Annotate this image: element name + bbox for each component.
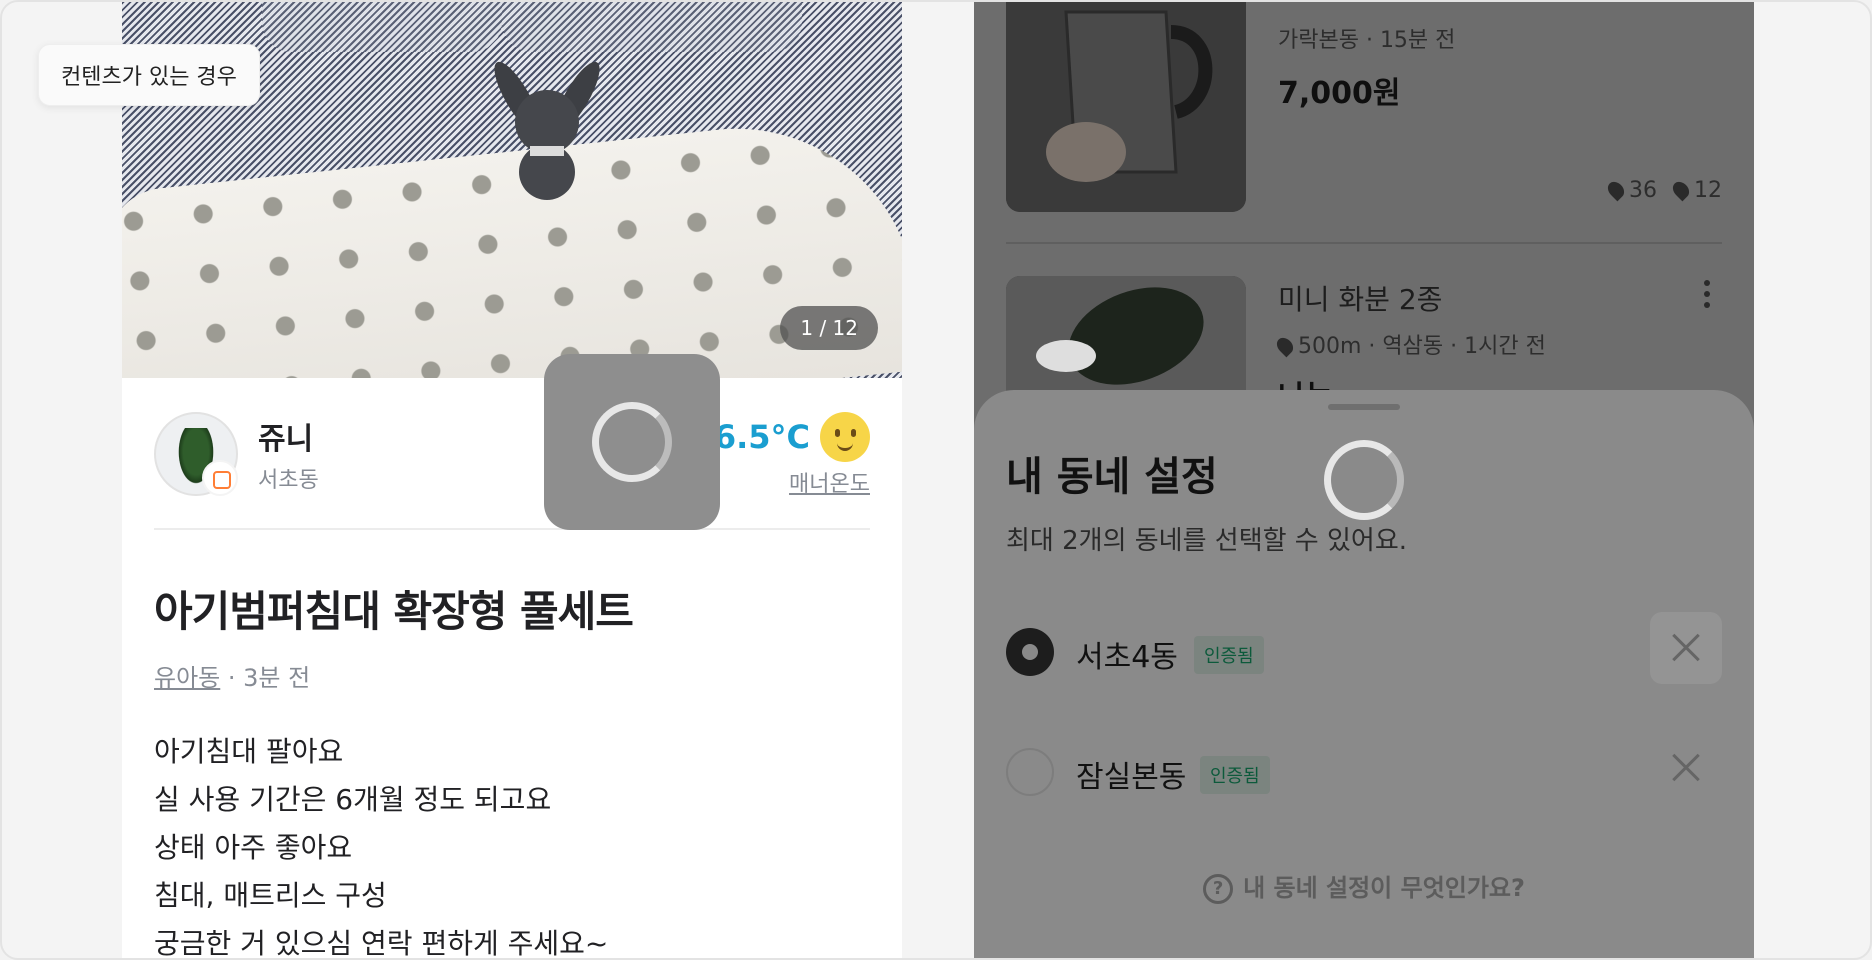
item-location-time: 500m · 역삼동 · 1시간 전: [1273, 328, 1546, 360]
seller-name: 쥬니: [258, 422, 314, 457]
screen-frame: 1 / 12 쥬니 서초동 36.5°C 매너온도 아기범퍼침대 확장형 풀세트…: [0, 0, 1872, 960]
neighborhood-option[interactable]: 서초4동 인증됨: [1006, 612, 1722, 688]
posted-time: 3분 전: [243, 664, 311, 692]
help-link[interactable]: ? 내 동네 설정이 무엇인가요?: [974, 868, 1754, 904]
smile-icon: [820, 412, 870, 462]
photo-bunny: [494, 61, 600, 200]
description-line: 상태 아주 좋아요: [154, 831, 353, 864]
meta-separator: ·: [227, 664, 244, 692]
sheet-drag-handle[interactable]: [1328, 404, 1400, 410]
seller-profile[interactable]: 쥬니 서초동 36.5°C 매너온도: [154, 410, 870, 530]
description-line: 침대, 매트리스 구성: [154, 879, 387, 912]
neighborhood-name: 서초4동: [1076, 640, 1178, 675]
neighborhood-bottom-sheet: 내 동네 설정 최대 2개의 동네를 선택할 수 있어요. 서초4동 인증됨 잠…: [974, 390, 1754, 958]
item-stats: 36 12: [1599, 178, 1722, 203]
category-link[interactable]: 유아동: [154, 664, 220, 692]
neighborhood-option[interactable]: 잠실본동 인증됨: [1006, 738, 1722, 808]
product-title: 아기범퍼침대 확장형 풀세트: [154, 587, 634, 636]
photo-pillow: [262, 2, 502, 52]
image-counter: 1 / 12: [780, 306, 878, 350]
description-line: 아기침대 팔아요: [154, 735, 344, 768]
radio-selected[interactable]: [1006, 628, 1054, 676]
verified-badge: 인증됨: [1200, 756, 1270, 794]
more-vert-icon[interactable]: [1704, 280, 1710, 310]
product-description: 아기침대 팔아요 실 사용 기간은 6개월 정도 되고요 상태 아주 좋아요 침…: [154, 728, 609, 960]
location-pin-icon: [1273, 334, 1297, 358]
like-count: 12: [1694, 178, 1722, 203]
sheet-title: 내 동네 설정: [1006, 454, 1218, 500]
item-location-time: 가락본동 · 15분 전: [1278, 28, 1456, 53]
list-item[interactable]: 미니 화분 2종 500m · 역삼동 · 1시간 전 나눔: [1006, 276, 1722, 516]
neighborhood-panel: 가락본동 · 15분 전 7,000원 36 12 미니 화분 2종 500m …: [974, 2, 1754, 958]
spinner-icon: [592, 402, 672, 482]
item-thumbnail: [1006, 2, 1246, 212]
calendar-badge-icon: [202, 460, 238, 496]
manner-temperature-link[interactable]: 매너온도: [789, 466, 870, 498]
loading-overlay: [544, 354, 720, 530]
chat-count: 36: [1629, 178, 1657, 203]
verified-badge: 인증됨: [1194, 636, 1264, 674]
radio-unselected[interactable]: [1006, 748, 1054, 796]
location-pin-icon: [1669, 178, 1693, 202]
list-item[interactable]: 가락본동 · 15분 전 7,000원 36 12: [1006, 2, 1722, 212]
list-divider: [1006, 242, 1722, 244]
product-detail-panel: 1 / 12 쥬니 서초동 36.5°C 매너온도 아기범퍼침대 확장형 풀세트…: [122, 2, 902, 960]
state-label: 컨텐츠가 있는 경우: [38, 44, 260, 106]
spinner-icon: [1324, 440, 1404, 520]
product-meta: 유아동 · 3분 전: [154, 658, 310, 693]
description-line: 궁금한 거 있으심 연락 편하게 주세요~: [154, 927, 609, 960]
location-pin-icon: [1604, 178, 1628, 202]
item-title: 미니 화분 2종: [1278, 283, 1443, 316]
item-sub-text: 500m · 역삼동 · 1시간 전: [1298, 334, 1546, 359]
help-text: 내 동네 설정이 무엇인가요?: [1243, 874, 1525, 902]
sheet-subtitle: 최대 2개의 동네를 선택할 수 있어요.: [1006, 526, 1408, 556]
seller-location: 서초동: [258, 468, 319, 493]
photo-pillow: [502, 2, 802, 52]
neighborhood-name: 잠실본동: [1076, 760, 1187, 795]
question-circle-icon: ?: [1203, 874, 1234, 904]
item-price: 7,000원: [1278, 76, 1401, 111]
close-icon[interactable]: [1650, 612, 1722, 684]
description-line: 실 사용 기간은 6개월 정도 되고요: [154, 783, 552, 816]
close-icon[interactable]: [1650, 732, 1722, 804]
kettle-image: [1006, 2, 1246, 212]
